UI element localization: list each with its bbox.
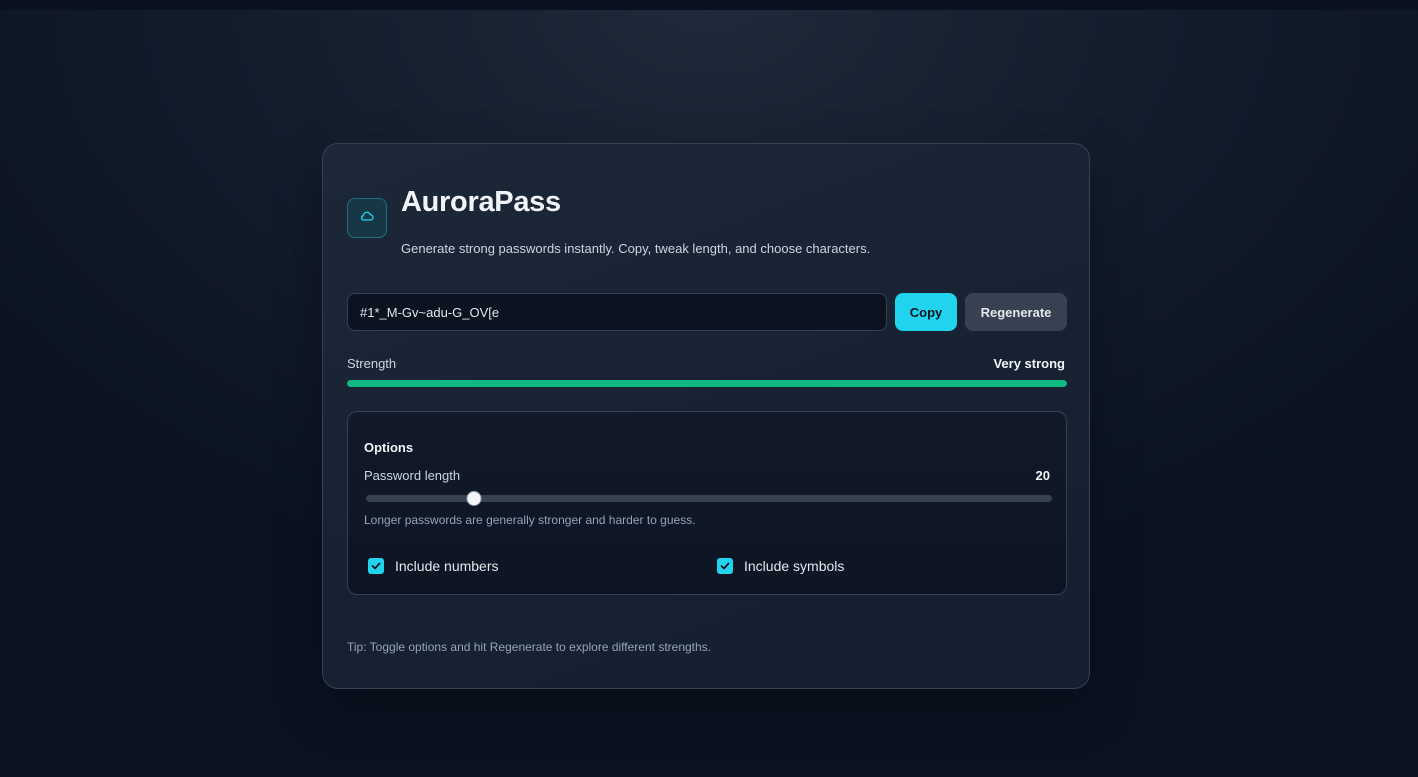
app-subtitle: Generate strong passwords instantly. Cop… — [401, 241, 871, 256]
options-title: Options — [364, 440, 414, 455]
strength-meter — [347, 380, 1067, 387]
checkbox-checked-icon[interactable] — [368, 558, 384, 574]
generator-card: AuroraPass Generate strong passwords ins… — [322, 143, 1090, 689]
include-numbers-label: Include numbers — [395, 558, 499, 574]
include-numbers-checkbox[interactable]: Include numbers — [368, 558, 499, 574]
tip-text: Tip: Toggle options and hit Regenerate t… — [347, 640, 712, 654]
app-title: AuroraPass — [401, 186, 561, 218]
strength-value: Very strong — [993, 356, 1065, 371]
copy-button[interactable]: Copy — [895, 293, 957, 331]
length-slider-thumb[interactable] — [466, 491, 482, 506]
strength-meter-fill — [347, 380, 1067, 387]
length-value: 20 — [1035, 468, 1050, 483]
checkbox-checked-icon[interactable] — [717, 558, 733, 574]
length-hint: Longer passwords are generally stronger … — [364, 513, 696, 527]
include-symbols-checkbox[interactable]: Include symbols — [717, 558, 844, 574]
password-field[interactable] — [347, 293, 887, 331]
regenerate-button[interactable]: Regenerate — [965, 293, 1067, 331]
strength-label: Strength — [347, 356, 397, 371]
length-label: Password length — [364, 468, 461, 483]
options-panel: Options Password length 20 Longer passwo… — [347, 411, 1067, 595]
top-edge — [0, 0, 1418, 10]
cloud-icon — [359, 208, 375, 229]
app-logo — [347, 198, 387, 238]
include-symbols-label: Include symbols — [744, 558, 845, 574]
length-slider[interactable] — [366, 491, 1052, 506]
